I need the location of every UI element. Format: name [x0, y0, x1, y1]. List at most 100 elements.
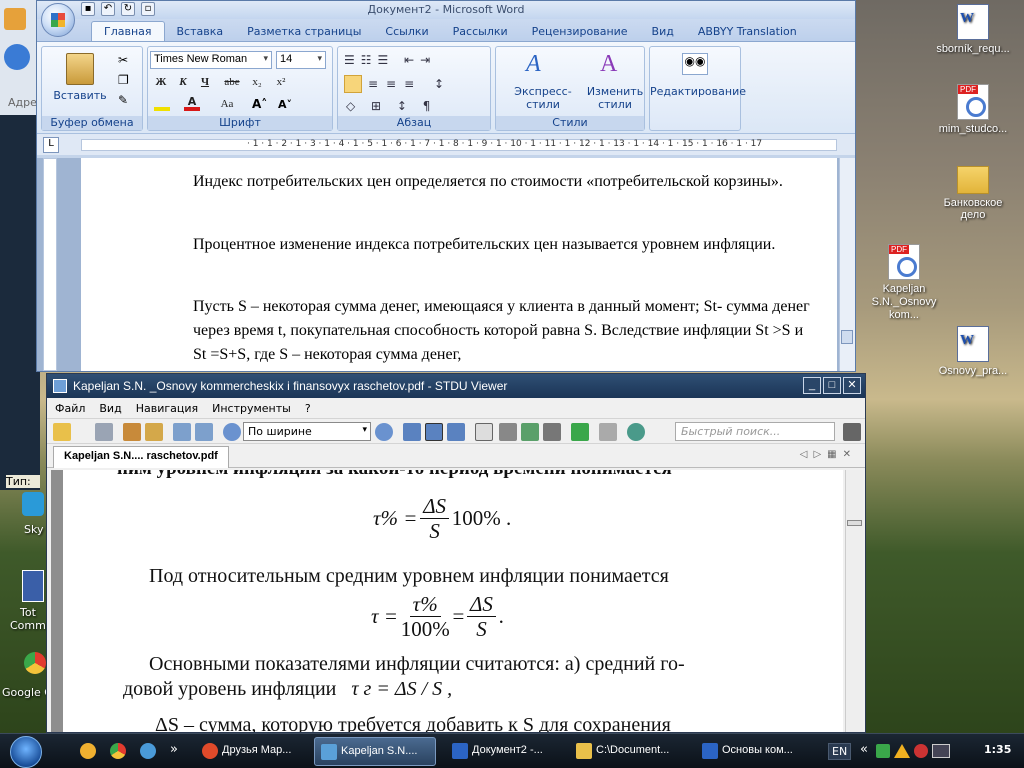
underline-button[interactable]: Ч: [196, 73, 214, 91]
network-icon[interactable]: [932, 744, 950, 758]
maximize-icon[interactable]: □: [823, 377, 841, 394]
cut-icon[interactable]: ✂: [118, 53, 128, 67]
next-page-icon[interactable]: [195, 423, 213, 441]
superscript-button[interactable]: x²: [270, 73, 292, 91]
subscript-button[interactable]: x₂: [246, 73, 268, 91]
desktop-icon-bank[interactable]: Банковское дело: [928, 160, 1018, 221]
format-painter-icon[interactable]: ✎: [118, 93, 128, 107]
shrink-font-icon[interactable]: A˅: [278, 98, 292, 111]
strikethrough-button[interactable]: abe: [220, 73, 244, 91]
paste-icon[interactable]: [66, 53, 94, 85]
language-indicator[interactable]: EN: [828, 743, 852, 760]
office-button[interactable]: [41, 3, 75, 37]
zoom-select[interactable]: По ширине: [243, 422, 371, 441]
highlight-icon[interactable]: [154, 97, 170, 111]
select-text-icon[interactable]: [499, 423, 517, 441]
tab-review[interactable]: Рецензирование: [520, 22, 640, 41]
zoom-out-icon[interactable]: [223, 423, 241, 441]
scroll-thumb[interactable]: [847, 520, 862, 526]
tab-selector-icon[interactable]: L: [43, 137, 59, 153]
menu-navigation[interactable]: Навигация: [136, 402, 198, 415]
taskbar-item[interactable]: Основы ком...: [696, 737, 806, 766]
desktop-icon-osnovy[interactable]: Osnovy_pra...: [928, 326, 1018, 377]
taskbar-item[interactable]: C:\Document...: [570, 737, 686, 766]
close-icon[interactable]: ✕: [843, 377, 861, 394]
alert-icon[interactable]: [914, 744, 928, 758]
quick-styles-button[interactable]: Экспресс-стили: [498, 85, 588, 111]
align-left-icon[interactable]: [344, 75, 362, 93]
menu-file[interactable]: Файл: [55, 402, 85, 415]
italic-button[interactable]: К: [174, 73, 192, 91]
quicklaunch-more-icon[interactable]: »: [170, 742, 178, 757]
binoculars-icon[interactable]: [843, 423, 861, 441]
security-icon[interactable]: [876, 744, 890, 758]
change-styles-button[interactable]: Изменить стили: [584, 85, 646, 111]
binoculars-icon[interactable]: ◉◉: [682, 53, 708, 75]
back-icon[interactable]: [4, 44, 30, 70]
snapshot-icon[interactable]: [543, 423, 561, 441]
quick-search-input[interactable]: Быстрый поиск...: [675, 422, 835, 441]
export-image-icon[interactable]: [123, 423, 141, 441]
document-tab[interactable]: Kapeljan S.N.... raschetov.pdf: [53, 446, 229, 468]
shading-border-icon[interactable]: ◇ ⊞ ↕ ¶: [346, 99, 436, 113]
pdf-vertical-scrollbar[interactable]: [845, 470, 863, 732]
menu-view[interactable]: Вид: [99, 402, 121, 415]
pdf-page[interactable]: ним уровнем инфляции за какой-то период …: [63, 470, 843, 732]
paste-button[interactable]: Вставить: [48, 89, 112, 102]
desktop-icon-sbornik[interactable]: sborník_requ...: [928, 4, 1018, 55]
quicklaunch-icon[interactable]: [140, 743, 156, 759]
editing-button[interactable]: Редактирование: [650, 85, 746, 98]
list-buttons-icon[interactable]: ☰☷☰ ⇤⇥: [344, 53, 436, 67]
web-icon[interactable]: [627, 423, 645, 441]
select-image-icon[interactable]: [521, 423, 539, 441]
total-commander-icon[interactable]: [22, 570, 44, 602]
scroll-thumb[interactable]: [841, 330, 853, 344]
document-page[interactable]: Индекс потребительских цен определяется …: [81, 158, 837, 371]
copy-page-icon[interactable]: [599, 423, 617, 441]
desktop-icon-kapeljan[interactable]: Kapeljan S.N._Osnovy kom...: [864, 244, 944, 322]
change-case-button[interactable]: Aa: [214, 95, 240, 113]
print-icon[interactable]: [95, 423, 113, 441]
minimize-icon[interactable]: _: [803, 377, 821, 394]
grow-font-icon[interactable]: A˄: [252, 97, 267, 111]
zoom-in-icon[interactable]: [375, 423, 393, 441]
tab-home[interactable]: Главная: [91, 21, 165, 41]
taskbar-item[interactable]: Документ2 -...: [446, 737, 560, 766]
tab-abbyy[interactable]: ABBYY Translation: [686, 22, 809, 41]
vertical-scrollbar[interactable]: [839, 158, 855, 371]
skype-icon[interactable]: [22, 492, 44, 516]
tab-insert[interactable]: Вставка: [165, 22, 236, 41]
tab-references[interactable]: Ссылки: [373, 22, 440, 41]
quick-styles-icon[interactable]: A: [526, 51, 541, 78]
quicklaunch-icon[interactable]: [80, 743, 96, 759]
tab-controls-icon[interactable]: ◁▷▦✕: [800, 449, 857, 460]
align-buttons-icon[interactable]: ≡≡≡ ↕: [368, 77, 452, 91]
rotate-icon[interactable]: [571, 423, 589, 441]
taskbar-item-active[interactable]: Kapeljan S.N....: [314, 737, 436, 766]
fit-height-icon[interactable]: [447, 423, 465, 441]
hand-tool-icon[interactable]: [475, 423, 493, 441]
copy-icon[interactable]: ❐: [118, 73, 129, 87]
bold-button[interactable]: Ж: [152, 73, 170, 91]
taskbar-item[interactable]: Друзья Мар...: [196, 737, 300, 766]
warning-icon[interactable]: [894, 744, 910, 758]
settings-icon[interactable]: [145, 423, 163, 441]
show-hidden-icons[interactable]: «: [860, 742, 868, 757]
prev-page-icon[interactable]: [173, 423, 191, 441]
change-styles-icon[interactable]: A: [600, 51, 617, 78]
tab-view[interactable]: Вид: [640, 22, 686, 41]
tab-mailings[interactable]: Рассылки: [441, 22, 520, 41]
fit-width-icon[interactable]: [425, 423, 443, 441]
clock[interactable]: 1:35: [984, 743, 1011, 756]
start-button[interactable]: [10, 736, 42, 768]
font-size-select[interactable]: 14: [276, 51, 326, 69]
open-folder-icon[interactable]: [53, 423, 71, 441]
font-color-icon[interactable]: A: [184, 95, 200, 111]
desktop-icon-mim[interactable]: mim_studco...: [928, 84, 1018, 135]
chrome-icon[interactable]: [24, 652, 46, 674]
font-name-select[interactable]: Times New Roman: [150, 51, 272, 69]
menu-tools[interactable]: Инструменты: [212, 402, 291, 415]
tab-page-layout[interactable]: Разметка страницы: [235, 22, 373, 41]
menu-help[interactable]: ?: [305, 402, 311, 415]
fit-page-icon[interactable]: [403, 423, 421, 441]
